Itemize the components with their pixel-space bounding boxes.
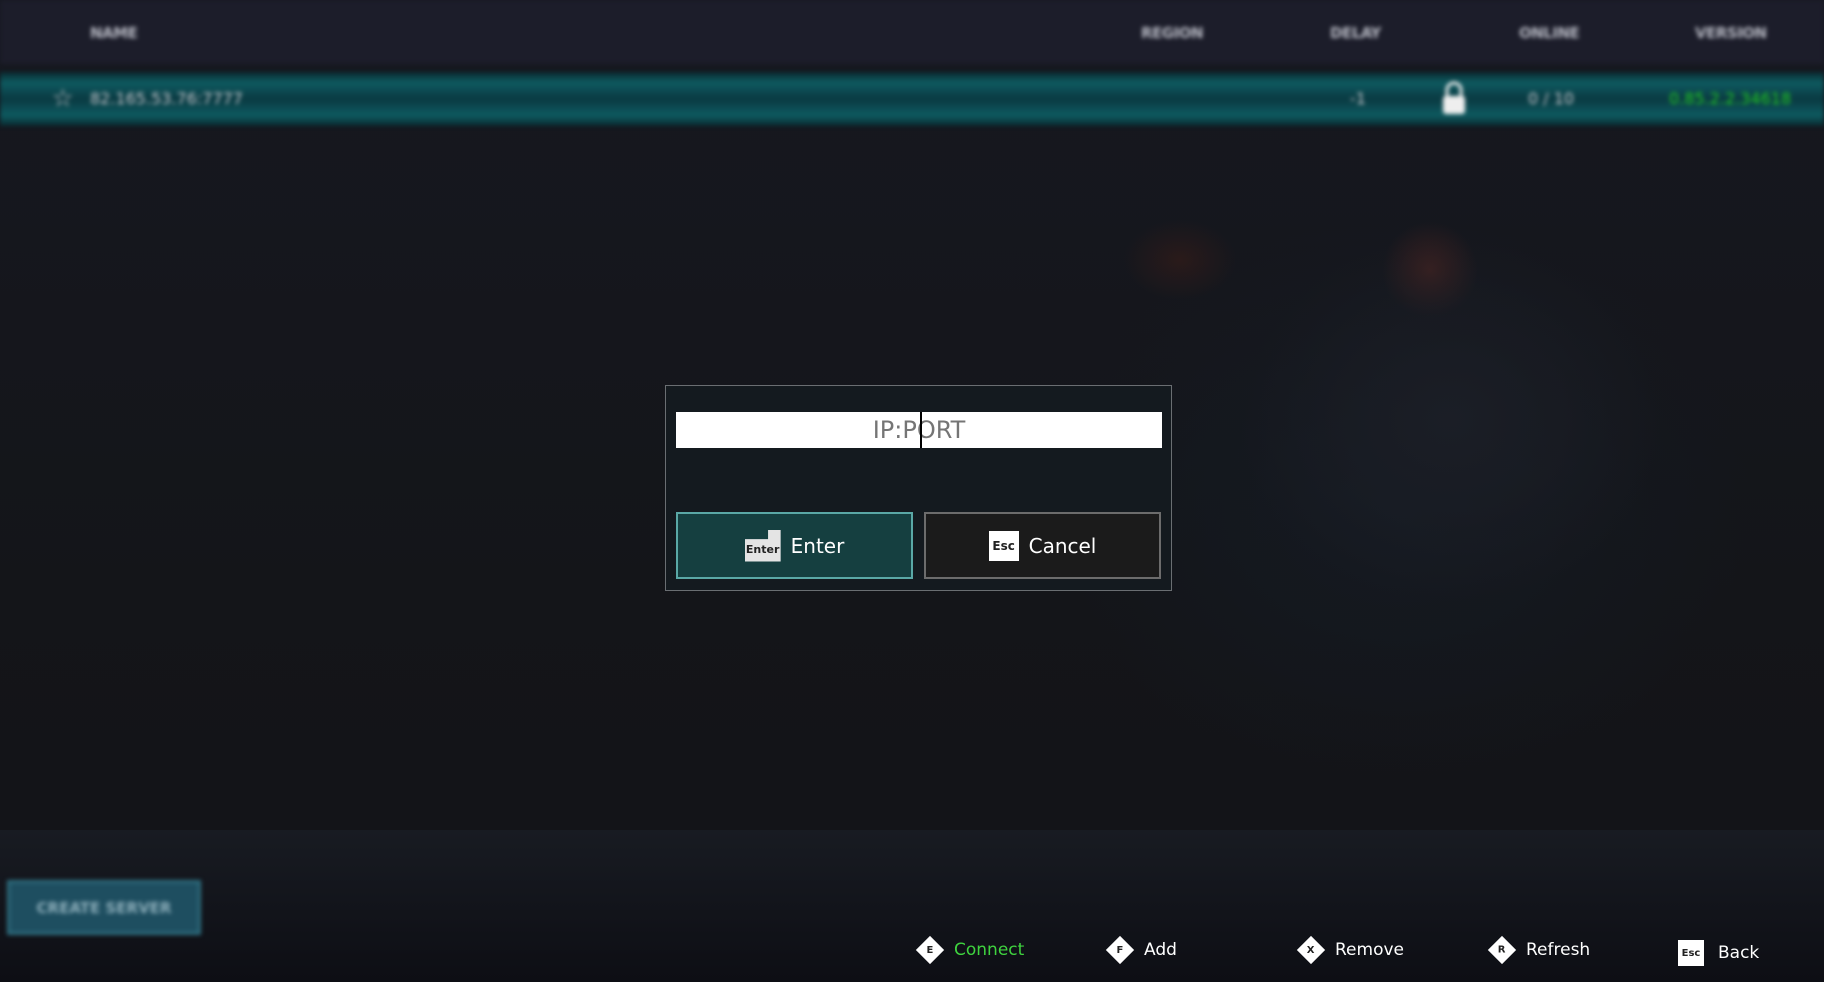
key-f-icon: F bbox=[1105, 935, 1135, 965]
server-online: 0 / 10 bbox=[1528, 89, 1575, 108]
enter-label: Enter bbox=[790, 533, 845, 558]
column-name[interactable]: NAME bbox=[90, 24, 138, 42]
footer-add[interactable]: F Add bbox=[1105, 935, 1177, 965]
connect-label: Connect bbox=[954, 940, 1025, 960]
server-name: 82.165.53.76:7777 bbox=[90, 89, 243, 108]
footer-connect[interactable]: E Connect bbox=[915, 935, 1025, 965]
cancel-label: Cancel bbox=[1028, 533, 1097, 558]
create-server-button[interactable]: CREATE SERVER bbox=[7, 880, 201, 935]
text-caret bbox=[920, 412, 922, 448]
server-version: 0.85.2.2.34618 bbox=[1669, 89, 1792, 108]
footer-refresh[interactable]: R Refresh bbox=[1487, 935, 1591, 965]
esc-key-icon: Esc bbox=[988, 530, 1019, 561]
footer-back[interactable]: Esc Back bbox=[1678, 940, 1759, 966]
connect-ip-dialog: Enter Enter Esc Cancel bbox=[665, 385, 1172, 591]
enter-button[interactable]: Enter Enter bbox=[676, 512, 913, 579]
lock-icon bbox=[1440, 80, 1468, 116]
key-r-icon: R bbox=[1487, 935, 1517, 965]
column-version[interactable]: VERSION bbox=[1695, 24, 1767, 42]
remove-label: Remove bbox=[1335, 940, 1404, 960]
refresh-label: Refresh bbox=[1526, 940, 1591, 960]
key-esc-icon: Esc bbox=[1678, 940, 1704, 966]
server-list-header: NAME REGION DELAY ONLINE VERSION bbox=[0, 0, 1824, 64]
cancel-button[interactable]: Esc Cancel bbox=[924, 512, 1161, 579]
key-x-icon: X bbox=[1296, 935, 1326, 965]
server-row[interactable]: ☆ 82.165.53.76:7777 -1 0 / 10 0.85.2.2.3… bbox=[0, 72, 1824, 126]
server-delay: -1 bbox=[1350, 89, 1366, 108]
column-delay[interactable]: DELAY bbox=[1330, 24, 1381, 42]
back-label: Back bbox=[1718, 943, 1760, 963]
column-online[interactable]: ONLINE bbox=[1519, 24, 1580, 42]
footer-remove[interactable]: X Remove bbox=[1296, 935, 1404, 965]
column-region[interactable]: REGION bbox=[1141, 24, 1204, 42]
ip-port-input[interactable] bbox=[676, 412, 1162, 448]
star-outline-icon[interactable]: ☆ bbox=[52, 84, 74, 112]
add-label: Add bbox=[1144, 940, 1177, 960]
enter-key-icon: Enter bbox=[744, 529, 781, 562]
key-e-icon: E bbox=[915, 935, 945, 965]
